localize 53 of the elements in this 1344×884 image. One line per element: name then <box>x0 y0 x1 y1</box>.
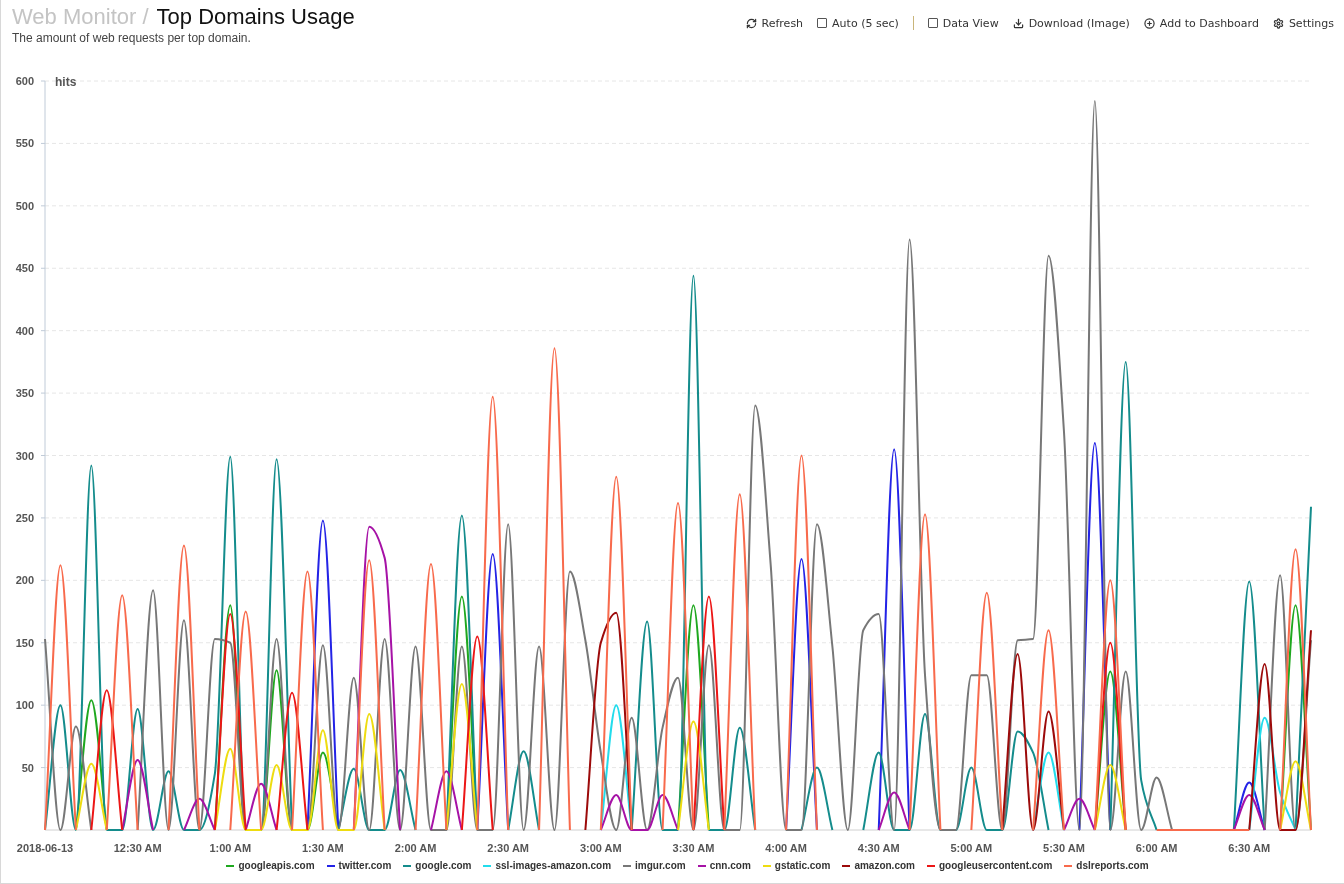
toolbar-button[interactable]: Refresh <box>745 16 804 30</box>
x-tick-label: 1:30 AM <box>302 842 344 854</box>
download-icon <box>1012 17 1024 29</box>
legend-label[interactable]: googleapis.com <box>238 860 315 871</box>
x-tick-label: 2:00 AM <box>394 842 437 854</box>
x-tick-label: 12:30 AM <box>113 842 162 854</box>
y-tick-label: 600 <box>15 75 34 87</box>
legend-label[interactable]: google.com <box>415 860 472 871</box>
y-tick-label: 50 <box>21 761 34 774</box>
checkbox-label: Data View <box>942 16 999 30</box>
x-tick-label: 3:00 AM <box>579 842 622 854</box>
y-tick-label: 100 <box>15 699 34 712</box>
settings-icon <box>1272 17 1284 29</box>
legend-label[interactable]: gstatic.com <box>774 860 831 871</box>
legend-label[interactable]: ssl-images-amazon.com <box>495 860 612 871</box>
plus-circle-icon <box>1143 17 1155 29</box>
legend-label[interactable]: dslreports.com <box>1076 860 1149 871</box>
page-subtitle: The amount of web requests per top domain. <box>12 31 252 45</box>
legend-label[interactable]: cnn.com <box>709 860 751 871</box>
y-tick-label: 550 <box>15 137 34 150</box>
x-tick-label: 3:30 AM <box>672 842 715 854</box>
y-tick-label: 500 <box>15 199 34 212</box>
x-tick-label: 6:00 AM <box>1135 842 1178 854</box>
x-tick-label: 6:30 AM <box>1228 842 1271 854</box>
y-tick-label: 150 <box>15 636 34 649</box>
x-tick-label: 2018-06-13 <box>16 842 74 854</box>
checkbox-square[interactable] <box>817 18 828 28</box>
checkbox-square[interactable] <box>927 18 938 28</box>
x-tick-label: 1:00 AM <box>209 842 252 854</box>
y-tick-label: 400 <box>15 324 34 337</box>
x-tick-label: 2:30 AM <box>487 842 530 854</box>
x-tick-label: 5:30 AM <box>1043 842 1085 854</box>
toolbar-button[interactable]: Add to Dashboard <box>1143 16 1259 30</box>
legend-label[interactable]: twitter.com <box>338 860 392 871</box>
checkbox-label: Auto (5 sec) <box>832 16 899 30</box>
y-tick-label: 250 <box>15 511 34 524</box>
y-axis-label: hits <box>55 75 77 89</box>
toolbar-button[interactable]: Settings <box>1272 16 1334 30</box>
refresh-icon <box>745 17 757 29</box>
legend-label[interactable]: imgur.com <box>635 860 686 871</box>
checkbox[interactable]: Auto (5 sec) <box>817 16 899 30</box>
y-tick-label: 350 <box>15 387 34 400</box>
y-tick-label: 200 <box>15 574 34 587</box>
legend-label[interactable]: googleusercontent.com <box>938 860 1053 871</box>
x-tick-label: 5:00 AM <box>950 842 993 854</box>
x-tick-label: 4:00 AM <box>765 842 807 854</box>
page-title: Top Domains Usage <box>156 4 355 30</box>
toolbar-button[interactable]: Download (Image) <box>1012 16 1130 30</box>
y-tick-label: 300 <box>15 449 34 462</box>
checkbox[interactable]: Data View <box>927 16 999 30</box>
y-tick-label: 450 <box>15 262 34 275</box>
legend-label[interactable]: amazon.com <box>854 860 915 871</box>
x-tick-label: 4:30 AM <box>857 842 900 854</box>
